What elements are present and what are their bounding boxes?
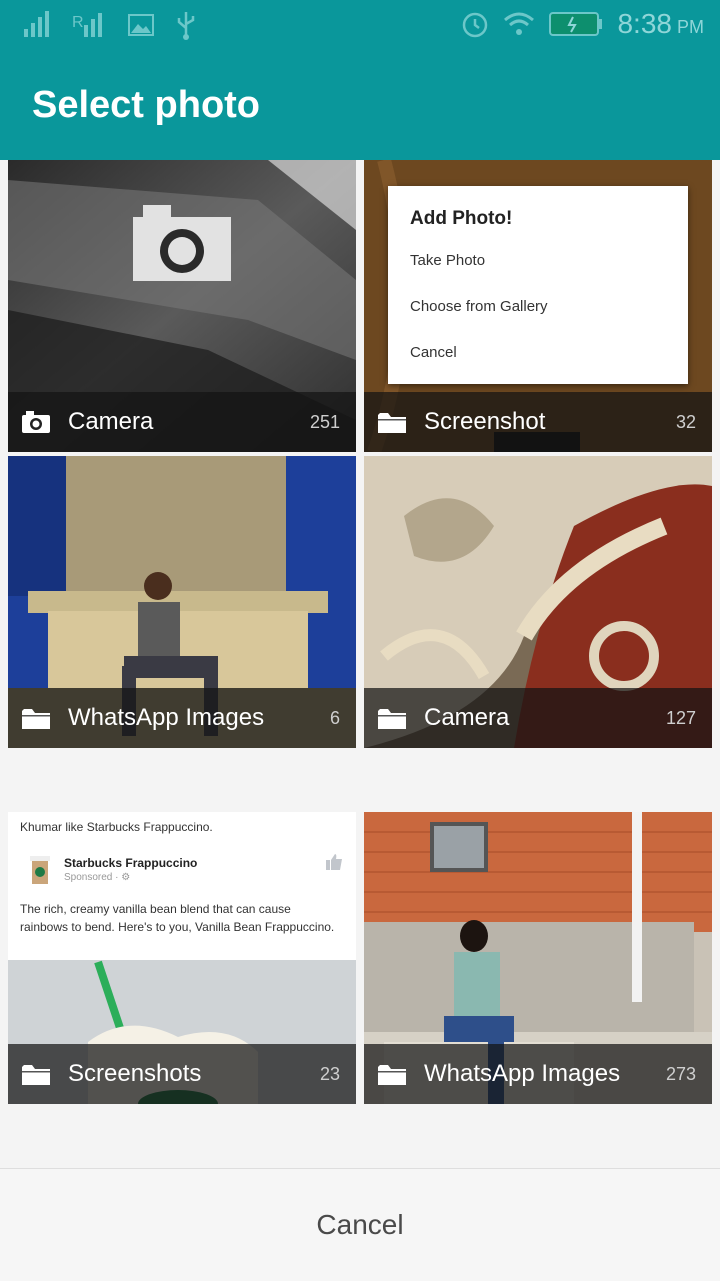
folder-icon bbox=[378, 1062, 408, 1086]
album-count: 23 bbox=[319, 1063, 340, 1084]
album-tile-whatsapp-images[interactable]: WhatsApp Images 6 bbox=[8, 456, 356, 748]
bottom-bar: Cancel bbox=[0, 1168, 720, 1281]
gallery-icon bbox=[128, 14, 154, 36]
signal-roaming-icon: R bbox=[72, 13, 102, 37]
album-tile-camera-folder[interactable]: Camera 127 bbox=[364, 456, 712, 748]
battery-icon bbox=[549, 12, 603, 36]
album-name: WhatsApp Images bbox=[424, 1060, 621, 1087]
album-grid: Camera 251 Add Photo! Take Photo Choose … bbox=[0, 160, 720, 1168]
album-count: 32 bbox=[675, 411, 696, 432]
folder-icon bbox=[378, 706, 408, 730]
dialog-cancel: Cancel bbox=[410, 344, 457, 361]
album-tile-screenshots[interactable]: Khumar like Starbucks Frappuccino. Starb… bbox=[8, 812, 356, 1104]
album-count: 251 bbox=[309, 411, 340, 432]
album-name: WhatsApp Images bbox=[68, 704, 265, 731]
clock-time: 8:38 bbox=[617, 8, 672, 39]
album-name: Screenshots bbox=[68, 1060, 202, 1087]
album-caption: Camera 251 bbox=[8, 392, 356, 452]
folder-icon bbox=[22, 1062, 52, 1086]
album-caption: Screenshots 23 bbox=[8, 1044, 356, 1104]
alarm-icon bbox=[463, 12, 488, 38]
album-caption: WhatsApp Images 273 bbox=[364, 1044, 712, 1104]
add-photo-dialog-preview: Add Photo! Take Photo Choose from Galler… bbox=[388, 186, 688, 384]
folder-icon bbox=[22, 706, 52, 730]
album-caption: Camera 127 bbox=[364, 688, 712, 748]
svg-text:R: R bbox=[72, 14, 84, 31]
album-tile-whatsapp-images-2[interactable]: WhatsApp Images 273 bbox=[364, 812, 712, 1104]
facebook-post-preview: Khumar like Starbucks Frappuccino. Starb… bbox=[8, 812, 356, 960]
camera-icon bbox=[22, 410, 52, 434]
album-tile-camera[interactable]: Camera 251 bbox=[8, 160, 356, 452]
album-caption: WhatsApp Images 6 bbox=[8, 688, 356, 748]
album-name: Camera bbox=[424, 704, 510, 731]
sponsored-label: Sponsored · ⚙ bbox=[64, 872, 131, 883]
album-tile-screenshot[interactable]: Add Photo! Take Photo Choose from Galler… bbox=[364, 160, 712, 452]
folder-icon bbox=[378, 410, 408, 434]
dialog-title: Add Photo! bbox=[410, 208, 513, 229]
album-name: Camera bbox=[68, 408, 154, 435]
like-icon bbox=[326, 854, 342, 870]
app-bar: Select photo bbox=[0, 52, 720, 160]
signal-icon bbox=[24, 11, 49, 37]
page-title: Select photo bbox=[32, 84, 261, 126]
usb-icon bbox=[177, 12, 195, 40]
status-bar: R 8:38 PM bbox=[0, 0, 720, 52]
drink-icon bbox=[30, 856, 50, 884]
album-count: 6 bbox=[329, 707, 340, 728]
post-header: Khumar like Starbucks Frappuccino. bbox=[20, 820, 213, 834]
clock-ampm: PM bbox=[677, 17, 704, 37]
dialog-take-photo: Take Photo bbox=[410, 252, 486, 269]
cancel-button[interactable]: Cancel bbox=[316, 1209, 403, 1241]
clock: 8:38 PM bbox=[617, 8, 704, 40]
wifi-icon bbox=[504, 12, 535, 35]
page-name: Starbucks Frappuccino bbox=[64, 856, 198, 870]
album-count: 127 bbox=[665, 707, 696, 728]
album-caption: Screenshot 32 bbox=[364, 392, 712, 452]
dialog-choose-gallery: Choose from Gallery bbox=[410, 298, 548, 315]
album-count: 273 bbox=[665, 1063, 696, 1084]
post-body: The rich, creamy vanilla bean blend that… bbox=[20, 902, 335, 934]
album-name: Screenshot bbox=[424, 408, 546, 435]
